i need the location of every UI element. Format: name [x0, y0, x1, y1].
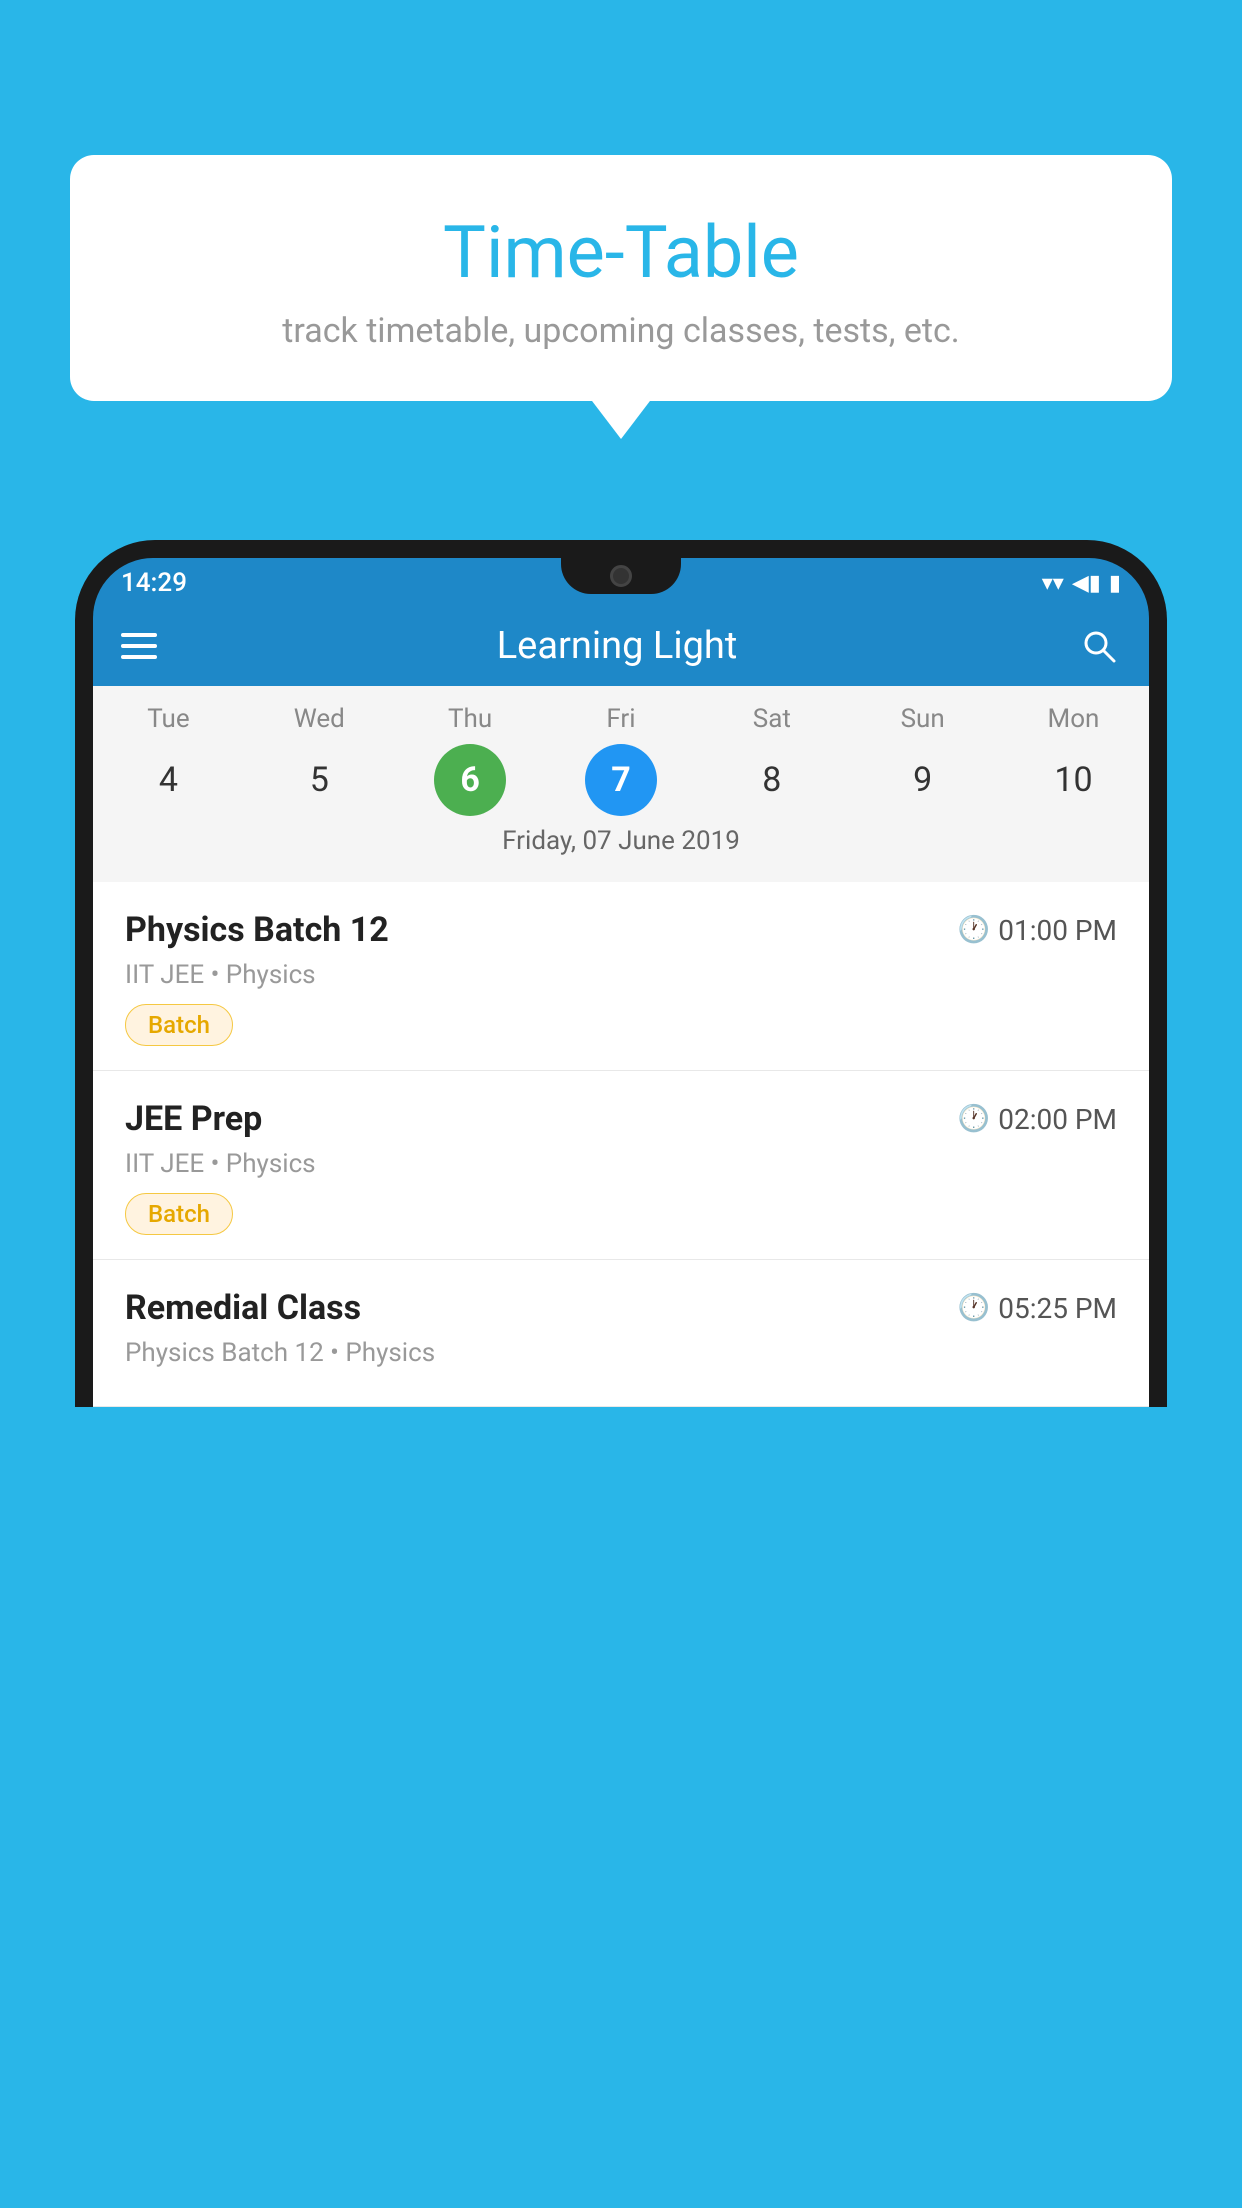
- schedule-item-1-subtitle: IIT JEE • Physics: [125, 960, 1117, 990]
- app-bar: Learning Light: [93, 606, 1149, 686]
- day-header-mon: Mon: [1033, 704, 1113, 734]
- clock-icon-2: 🕐: [958, 1104, 990, 1134]
- clock-icon-3: 🕐: [958, 1293, 990, 1323]
- day-header-sun: Sun: [883, 704, 963, 734]
- day-4[interactable]: 4: [132, 744, 204, 816]
- signal-icon: ◀▮: [1072, 571, 1101, 596]
- day-header-fri: Fri: [581, 704, 661, 734]
- schedule-item-2-title: JEE Prep: [125, 1099, 262, 1139]
- speech-bubble-container: Time-Table track timetable, upcoming cla…: [70, 155, 1172, 401]
- bubble-title: Time-Table: [130, 210, 1112, 295]
- phone-notch: [561, 558, 681, 594]
- status-time: 14:29: [121, 568, 187, 598]
- schedule-item-2-subtitle: IIT JEE • Physics: [125, 1149, 1117, 1179]
- phone-mockup: 14:29 ▾▾ ◀▮ ▮ Learning Light: [75, 540, 1167, 2208]
- day-header-thu: Thu: [430, 704, 510, 734]
- schedule-item-1-time: 🕐 01:00 PM: [958, 914, 1117, 947]
- camera: [610, 565, 632, 587]
- day-6-today[interactable]: 6: [434, 744, 506, 816]
- schedule-item-3-title: Remedial Class: [125, 1288, 361, 1328]
- day-8[interactable]: 8: [736, 744, 808, 816]
- schedule-item-1-time-text: 01:00 PM: [998, 914, 1117, 947]
- hamburger-line-2: [121, 644, 157, 648]
- day-numbers: 4 5 6 7 8 9 10: [93, 744, 1149, 816]
- schedule-item-3-time-text: 05:25 PM: [998, 1292, 1117, 1325]
- phone-inner: 14:29 ▾▾ ◀▮ ▮ Learning Light: [93, 558, 1149, 1407]
- schedule-item-3-subtitle: Physics Batch 12 • Physics: [125, 1338, 1117, 1368]
- selected-date-label: Friday, 07 June 2019: [93, 816, 1149, 870]
- schedule-item-2-time: 🕐 02:00 PM: [958, 1103, 1117, 1136]
- hamburger-menu-icon[interactable]: [121, 633, 157, 659]
- wifi-icon: ▾▾: [1042, 571, 1064, 596]
- schedule-item-3[interactable]: Remedial Class 🕐 05:25 PM Physics Batch …: [93, 1260, 1149, 1407]
- calendar-strip: Tue Wed Thu Fri Sat Sun Mon 4 5 6 7 8 9 …: [93, 686, 1149, 882]
- app-bar-title: Learning Light: [497, 624, 738, 668]
- day-header-wed: Wed: [279, 704, 359, 734]
- schedule-item-1-header: Physics Batch 12 🕐 01:00 PM: [125, 910, 1117, 950]
- bubble-subtitle: track timetable, upcoming classes, tests…: [130, 311, 1112, 351]
- batch-badge-2: Batch: [125, 1193, 233, 1235]
- battery-icon: ▮: [1109, 571, 1121, 596]
- day-5[interactable]: 5: [283, 744, 355, 816]
- day-header-sat: Sat: [732, 704, 812, 734]
- hamburger-line-3: [121, 655, 157, 659]
- schedule-item-1-title: Physics Batch 12: [125, 910, 389, 950]
- status-bar: 14:29 ▾▾ ◀▮ ▮: [93, 558, 1149, 606]
- status-icons: ▾▾ ◀▮ ▮: [1042, 571, 1121, 596]
- day-10[interactable]: 10: [1037, 744, 1109, 816]
- schedule-list: Physics Batch 12 🕐 01:00 PM IIT JEE • Ph…: [93, 882, 1149, 1407]
- schedule-item-2[interactable]: JEE Prep 🕐 02:00 PM IIT JEE • Physics Ba…: [93, 1071, 1149, 1260]
- clock-icon-1: 🕐: [958, 915, 990, 945]
- schedule-item-2-time-text: 02:00 PM: [998, 1103, 1117, 1136]
- batch-badge-1: Batch: [125, 1004, 233, 1046]
- speech-bubble: Time-Table track timetable, upcoming cla…: [70, 155, 1172, 401]
- day-header-tue: Tue: [128, 704, 208, 734]
- search-button[interactable]: [1077, 624, 1121, 668]
- day-headers: Tue Wed Thu Fri Sat Sun Mon: [93, 704, 1149, 734]
- schedule-item-3-header: Remedial Class 🕐 05:25 PM: [125, 1288, 1117, 1328]
- schedule-item-2-header: JEE Prep 🕐 02:00 PM: [125, 1099, 1117, 1139]
- phone-outer: 14:29 ▾▾ ◀▮ ▮ Learning Light: [75, 540, 1167, 1407]
- hamburger-line-1: [121, 633, 157, 637]
- day-9[interactable]: 9: [887, 744, 959, 816]
- schedule-item-1[interactable]: Physics Batch 12 🕐 01:00 PM IIT JEE • Ph…: [93, 882, 1149, 1071]
- day-7-selected[interactable]: 7: [585, 744, 657, 816]
- schedule-item-3-time: 🕐 05:25 PM: [958, 1292, 1117, 1325]
